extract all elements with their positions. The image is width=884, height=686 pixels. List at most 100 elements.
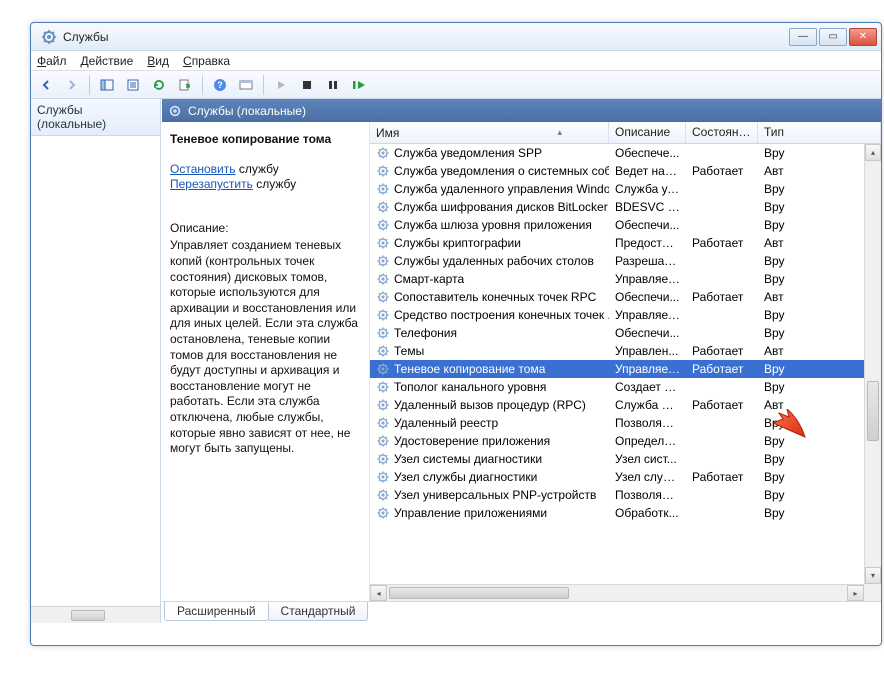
service-row[interactable]: Узел универсальных PNP-устройств Позволяе… bbox=[370, 486, 881, 504]
titlebar[interactable]: Службы — ▭ ✕ bbox=[31, 23, 881, 51]
service-state: Работает bbox=[686, 344, 758, 358]
service-gear-icon bbox=[376, 470, 390, 484]
service-detail-pane: Теневое копирование тома Остановить служ… bbox=[162, 122, 369, 601]
help-button[interactable]: ? bbox=[209, 74, 231, 96]
service-row[interactable]: Удостоверение приложенияОпределя...Вру bbox=[370, 432, 881, 450]
service-gear-icon bbox=[376, 236, 390, 250]
restart-service-button[interactable] bbox=[348, 74, 370, 96]
service-name: Узел универсальных PNP-устройств bbox=[394, 488, 596, 502]
stop-service-link[interactable]: Остановить bbox=[170, 162, 236, 176]
service-desc: Создает ка... bbox=[609, 380, 686, 394]
restart-service-link[interactable]: Перезапустить bbox=[170, 177, 253, 191]
scroll-corner bbox=[864, 584, 881, 601]
column-description[interactable]: Описание bbox=[609, 122, 686, 143]
service-row[interactable]: Удаленный реестрПозволяет...Вру bbox=[370, 414, 881, 432]
toolbar: ? bbox=[31, 71, 881, 99]
service-name: Служба шлюза уровня приложения bbox=[394, 218, 592, 232]
tab-extended[interactable]: Расширенный bbox=[164, 602, 269, 621]
service-row[interactable]: Узел системы диагностикиУзел сист...Вру bbox=[370, 450, 881, 468]
service-row[interactable]: Служба уведомления SPPОбеспече...Вру bbox=[370, 144, 881, 162]
right-pane-header: Службы (локальные) bbox=[162, 99, 881, 122]
maximize-button[interactable]: ▭ bbox=[819, 28, 847, 46]
service-desc: Обеспечи... bbox=[609, 326, 686, 340]
show-hide-tree-button[interactable] bbox=[96, 74, 118, 96]
service-row[interactable]: Средство построения конечных точек ...Уп… bbox=[370, 306, 881, 324]
scroll-left-button[interactable]: ◂ bbox=[370, 585, 387, 601]
scroll-down-button[interactable]: ▾ bbox=[865, 567, 881, 584]
service-row[interactable]: Теневое копирование томаУправляет...Рабо… bbox=[370, 360, 881, 378]
service-gear-icon bbox=[376, 164, 390, 178]
service-name: Удаленный реестр bbox=[394, 416, 498, 430]
service-gear-icon bbox=[376, 380, 390, 394]
refresh-button[interactable] bbox=[148, 74, 170, 96]
service-row[interactable]: Службы удаленных рабочих столовРазрешает… bbox=[370, 252, 881, 270]
service-row[interactable]: ТелефонияОбеспечи...Вру bbox=[370, 324, 881, 342]
hscroll-thumb[interactable] bbox=[389, 587, 569, 599]
service-row[interactable]: Узел службы диагностикиУзел служ...Работ… bbox=[370, 468, 881, 486]
service-type: Авт bbox=[758, 236, 881, 250]
service-type: Авт bbox=[758, 344, 881, 358]
service-row[interactable]: Тополог канального уровняСоздает ка...Вр… bbox=[370, 378, 881, 396]
service-type: Вру bbox=[758, 506, 881, 520]
service-name: Темы bbox=[394, 344, 424, 358]
service-type: Вру bbox=[758, 362, 881, 376]
column-type[interactable]: Тип bbox=[758, 122, 881, 143]
service-gear-icon bbox=[376, 416, 390, 430]
service-gear-icon bbox=[376, 308, 390, 322]
service-desc: Обработк... bbox=[609, 506, 686, 520]
service-type: Вру bbox=[758, 416, 881, 430]
back-button[interactable] bbox=[35, 74, 57, 96]
service-name: Удостоверение приложения bbox=[394, 434, 550, 448]
minimize-button[interactable]: — bbox=[789, 28, 817, 46]
service-row[interactable]: Служба шлюза уровня приложенияОбеспечи..… bbox=[370, 216, 881, 234]
service-type: Вру bbox=[758, 326, 881, 340]
tree-hscrollbar[interactable] bbox=[31, 606, 160, 623]
tree-node-services-local[interactable]: Службы (локальные) bbox=[31, 99, 160, 136]
service-row[interactable]: Служба шифрования дисков BitLockerBDESVC… bbox=[370, 198, 881, 216]
column-state[interactable]: Состояние bbox=[686, 122, 758, 143]
service-desc: Служба уд... bbox=[609, 182, 686, 196]
scroll-up-button[interactable]: ▴ bbox=[865, 144, 881, 161]
forward-button[interactable] bbox=[61, 74, 83, 96]
services-icon bbox=[41, 29, 57, 45]
console-tree: Службы (локальные) bbox=[31, 99, 161, 623]
export-list-button[interactable] bbox=[174, 74, 196, 96]
stop-service-button[interactable] bbox=[296, 74, 318, 96]
rows-container: Служба уведомления SPPОбеспече...ВруСлуж… bbox=[370, 144, 881, 601]
service-name: Узел системы диагностики bbox=[394, 452, 542, 466]
service-state: Работает bbox=[686, 362, 758, 376]
menu-action[interactable]: Действие bbox=[81, 54, 134, 68]
start-service-button[interactable] bbox=[270, 74, 292, 96]
properties-button[interactable] bbox=[122, 74, 144, 96]
vertical-scrollbar[interactable]: ▴ ▾ bbox=[864, 144, 881, 584]
menu-view[interactable]: Вид bbox=[147, 54, 169, 68]
service-type: Авт bbox=[758, 290, 881, 304]
console-button[interactable] bbox=[235, 74, 257, 96]
scroll-thumb[interactable] bbox=[867, 381, 879, 441]
service-row[interactable]: Служба удаленного управления Windo...Слу… bbox=[370, 180, 881, 198]
services-list: Имя▴ Описание Состояние Тип Служба уведо… bbox=[369, 122, 881, 601]
svg-text:?: ? bbox=[217, 80, 223, 90]
service-row[interactable]: Служба уведомления о системных соб...Вед… bbox=[370, 162, 881, 180]
service-desc: Позволяет... bbox=[609, 488, 686, 502]
pause-service-button[interactable] bbox=[322, 74, 344, 96]
service-row[interactable]: Смарт-картаУправляет...Вру bbox=[370, 270, 881, 288]
service-row[interactable]: Удаленный вызов процедур (RPC)Служба R..… bbox=[370, 396, 881, 414]
close-button[interactable]: ✕ bbox=[849, 28, 877, 46]
window-title: Службы bbox=[63, 30, 789, 44]
menu-help[interactable]: Справка bbox=[183, 54, 230, 68]
service-row[interactable]: Управление приложениямиОбработк...Вру bbox=[370, 504, 881, 522]
service-name: Средство построения конечных точек ... bbox=[394, 308, 609, 322]
services-window: Службы — ▭ ✕ Файл Действие Вид Справка ?… bbox=[30, 22, 882, 646]
service-row[interactable]: Службы криптографииПредостав...РаботаетА… bbox=[370, 234, 881, 252]
service-gear-icon bbox=[376, 362, 390, 376]
menu-file[interactable]: Файл bbox=[37, 54, 67, 68]
service-desc: Служба R... bbox=[609, 398, 686, 412]
service-row[interactable]: ТемыУправлен...РаботаетАвт bbox=[370, 342, 881, 360]
horizontal-scrollbar[interactable]: ◂ ▸ bbox=[370, 584, 864, 601]
tab-standard[interactable]: Стандартный bbox=[268, 602, 369, 621]
service-row[interactable]: Сопоставитель конечных точек RPCОбеспечи… bbox=[370, 288, 881, 306]
column-name[interactable]: Имя▴ bbox=[370, 122, 609, 143]
scroll-right-button[interactable]: ▸ bbox=[847, 585, 864, 601]
service-state: Работает bbox=[686, 470, 758, 484]
